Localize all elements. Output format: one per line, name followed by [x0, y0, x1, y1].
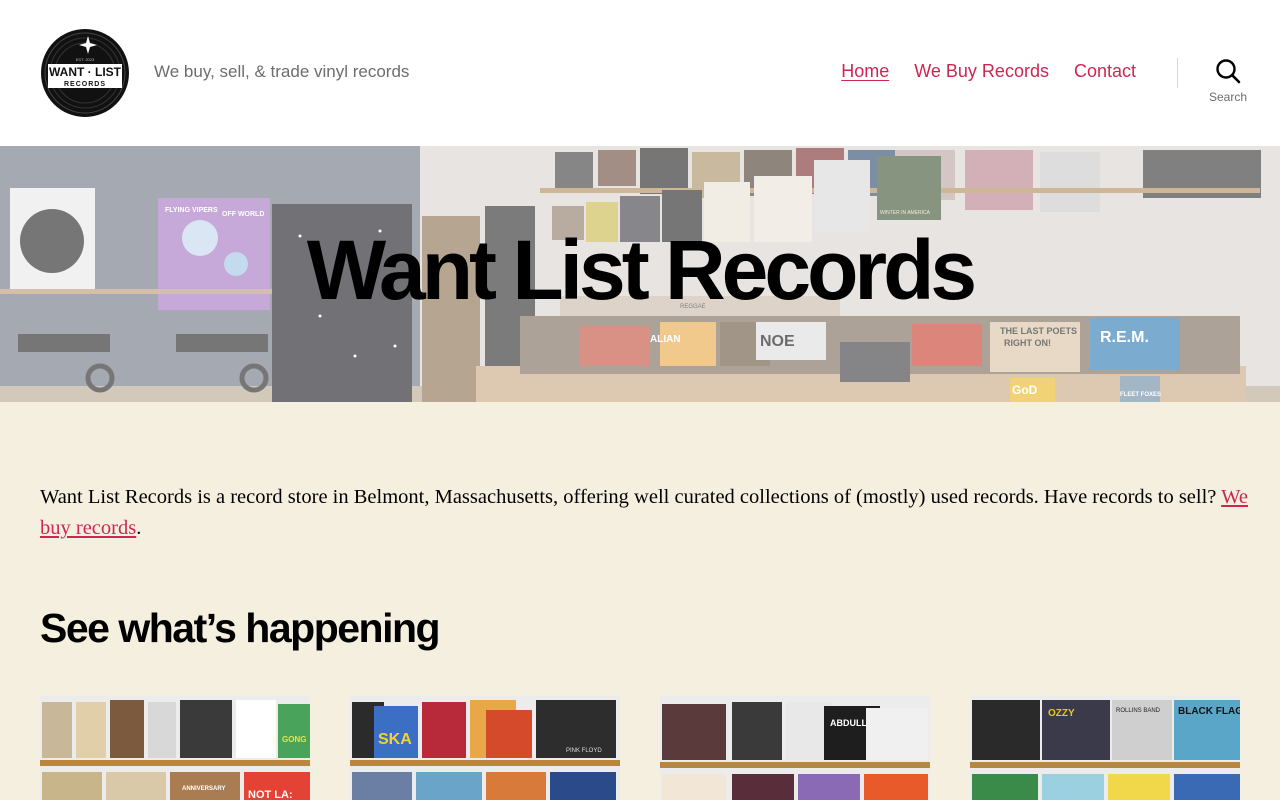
intro-text-end: . [136, 517, 142, 539]
gallery-photo-4[interactable]: OZZY ROLLINS BAND BLACK FLAG [970, 696, 1240, 800]
search-icon [1216, 59, 1241, 84]
gallery-photo-2[interactable]: SKA PINK FLOYD [350, 696, 620, 800]
site-header: EST. 2023 WANT · LIST RECORDS We buy, se… [0, 0, 1280, 146]
nav-divider [1177, 58, 1178, 88]
primary-nav: Home We Buy Records Contact [841, 61, 1136, 82]
logo-line2: RECORDS [64, 81, 106, 88]
gallery-2-album-text-1: PINK FLOYD [566, 748, 602, 754]
page-title: Want List Records [306, 223, 977, 317]
site-logo[interactable]: EST. 2023 WANT · LIST RECORDS [40, 28, 130, 118]
intro-paragraph: Want List Records is a record store in B… [40, 482, 1250, 544]
site-tagline: We buy, sell, & trade vinyl records [154, 62, 410, 81]
gallery-1-album-text-1: NOT LA: [248, 789, 293, 800]
search-label: Search [1208, 90, 1248, 104]
gallery-photo-3[interactable]: ABDULLAH [660, 696, 930, 800]
intro-text: Want List Records is a record store in B… [40, 486, 1222, 508]
photo-gallery: GONG ANNIVERSARY NOT LA: SKA PINK FLOYD [40, 696, 1240, 800]
gallery-4-album-text-0: OZZY [1048, 708, 1075, 719]
gallery-photo-1[interactable]: GONG ANNIVERSARY NOT LA: [40, 696, 310, 800]
search-toggle-button[interactable]: Search [1200, 58, 1256, 108]
gallery-4-album-text-2: ROLLINS BAND [1116, 708, 1161, 714]
gallery-1-album-text-0: GONG [282, 735, 306, 744]
hero-cover: FLYING VIPERS OFF WORLD WINTER IN AMERIC… [0, 146, 1280, 402]
logo-line1: WANT · LIST [49, 65, 122, 79]
logo-est-text: EST. 2023 [76, 57, 95, 62]
nav-home-link[interactable]: Home [841, 61, 889, 82]
section-title: See what’s happening [40, 605, 441, 651]
gallery-2-album-text-0: SKA [378, 731, 412, 748]
nav-contact-link[interactable]: Contact [1074, 61, 1136, 82]
nav-we-buy-records-link[interactable]: We Buy Records [914, 61, 1049, 82]
gallery-4-album-text-1: BLACK FLAG [1178, 706, 1240, 717]
gallery-1-album-text-2: ANNIVERSARY [182, 786, 225, 792]
